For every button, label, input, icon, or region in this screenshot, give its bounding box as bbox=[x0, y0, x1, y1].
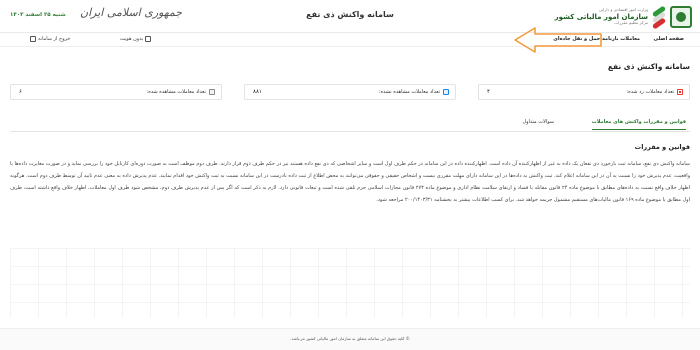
stat-label-text: تعداد معاملات مشاهده نشده: bbox=[378, 89, 440, 95]
calligraphy-logo: جمهوری اسلامی ایران bbox=[80, 6, 183, 19]
logout-button[interactable]: خروج از سامانه bbox=[30, 36, 70, 42]
stat-value-seen: ۶ bbox=[19, 89, 22, 95]
stat-label-seen: تعداد معاملات مشاهده شده: bbox=[147, 89, 215, 95]
nav-home[interactable]: صفحه اصلی bbox=[654, 36, 684, 42]
background-grid bbox=[10, 248, 690, 318]
stat-card-unseen: تعداد معاملات مشاهده نشده: ۸۸۱ bbox=[244, 84, 456, 100]
stat-card-rejected: تعداد معاملات رد شده: ۴ bbox=[478, 84, 690, 100]
app-title: سامانه واکنش ذی نفع bbox=[306, 10, 394, 19]
logout-icon bbox=[30, 36, 36, 42]
rules-paragraph: سامانه واکنش ذی نفع، سامانه ثبت بازخورد … bbox=[10, 161, 691, 203]
tab-faq[interactable]: سوالات متداول bbox=[522, 119, 554, 125]
tab-rules[interactable]: قوانین و مقررات واکنش های معاملات bbox=[591, 119, 686, 130]
unseen-icon bbox=[443, 89, 449, 95]
user-label: بدون هویت bbox=[120, 36, 144, 42]
user-icon bbox=[145, 36, 152, 42]
stat-label-rejected: تعداد معاملات رد شده: bbox=[626, 89, 683, 95]
page-title: سامانه واکنش ذی نفع bbox=[607, 62, 690, 71]
flag-swoosh-icon bbox=[651, 5, 667, 30]
emblem-icon bbox=[670, 6, 692, 28]
stat-label-unseen: تعداد معاملات مشاهده نشده: bbox=[379, 89, 449, 95]
section-title: قوانین و مقررات bbox=[634, 143, 690, 151]
logout-label: خروج از سامانه bbox=[38, 36, 71, 42]
seen-icon bbox=[209, 89, 215, 95]
annotation-arrow-icon bbox=[514, 27, 602, 53]
stat-card-seen: تعداد معاملات مشاهده شده: ۶ bbox=[10, 84, 222, 100]
org-name: وزارت امور اقتصادی و دارایی سازمان امور … bbox=[555, 8, 648, 25]
current-date: شنبه ۲۵ اسفند ۱۴۰۳ bbox=[10, 12, 66, 18]
stat-label-text: تعداد معاملات مشاهده شده: bbox=[146, 89, 206, 95]
content-tabs: قوانین و مقررات واکنش های معاملات سوالات… bbox=[10, 116, 690, 132]
stat-label-text: تعداد معاملات رد شده: bbox=[626, 89, 674, 95]
footer: © کلیه حقوق این سامانه متعلق به سازمان ا… bbox=[0, 328, 700, 350]
nav-user[interactable]: بدون هویت bbox=[120, 36, 152, 42]
copyright-text: © کلیه حقوق این سامانه متعلق به سازمان ا… bbox=[290, 336, 410, 341]
reject-icon bbox=[677, 89, 683, 95]
stat-value-rejected: ۴ bbox=[487, 89, 490, 95]
stat-value-unseen: ۸۸۱ bbox=[253, 89, 262, 95]
